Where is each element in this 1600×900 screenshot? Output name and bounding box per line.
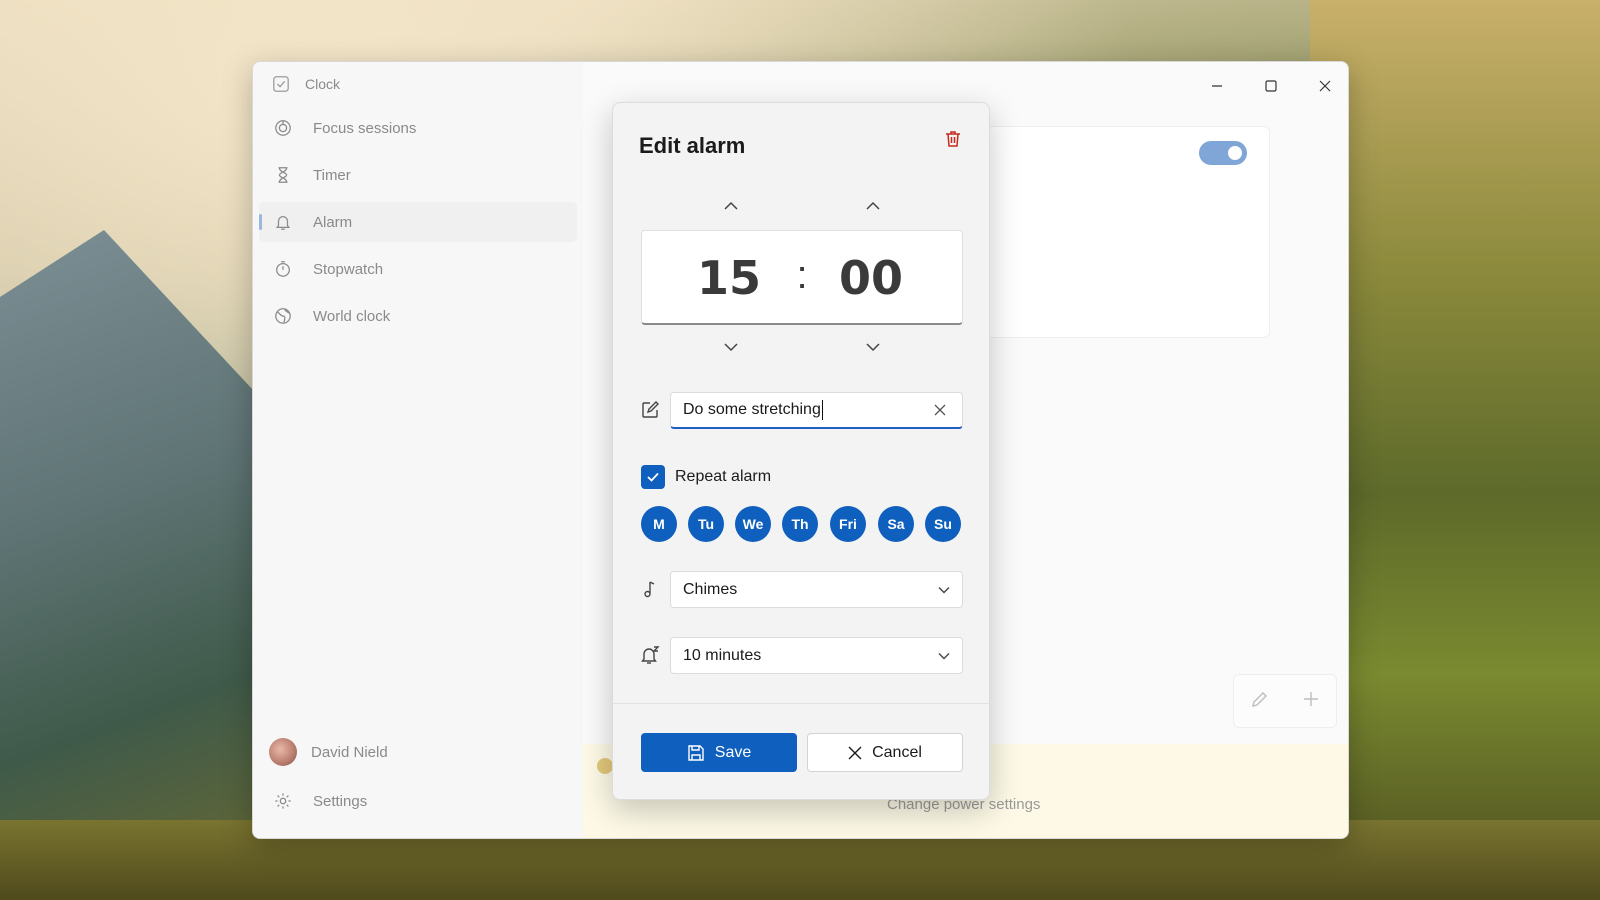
minimize-icon [1212,85,1222,87]
sidebar-item-label: Focus sessions [313,119,417,137]
day-friday[interactable]: Fri [830,506,866,542]
snooze-icon [639,644,661,666]
dialog-footer: Save Cancel [613,703,989,799]
gear-icon [273,791,293,811]
background-forest [1310,0,1600,900]
cancel-label: Cancel [872,743,922,761]
sidebar-user-account[interactable]: David Nield [259,732,577,772]
sidebar-item-alarm[interactable]: Alarm [259,202,577,242]
sidebar-item-label: Alarm [313,213,353,231]
repeat-alarm-checkbox[interactable] [641,465,665,489]
sidebar: Clock Focus sessions Timer Alarm Stopwat… [253,62,583,838]
repeat-alarm-label[interactable]: Repeat alarm [675,468,771,486]
alarm-toggle[interactable] [1199,141,1247,165]
music-note-icon [639,578,661,600]
edit-alarm-dialog: Edit alarm 15 : 00 Do some stretching Re… [612,102,990,800]
alarm-name-value: Do some stretching [683,401,821,418]
repeat-days: M Tu We Th Fri Sa Su [641,506,963,542]
settings-label: Settings [313,792,368,810]
sidebar-item-timer[interactable]: Timer [259,155,577,195]
chevron-down-icon [938,652,950,660]
delete-alarm-button[interactable] [939,125,967,153]
alarm-card[interactable] [978,126,1270,338]
day-wednesday[interactable]: We [735,506,771,542]
sidebar-item-settings[interactable]: Settings [259,781,577,821]
minutes-value[interactable]: 00 [821,251,921,305]
hourglass-icon [273,165,293,185]
minimize-button[interactable] [1194,70,1240,102]
background-mountains [0,230,260,900]
chevron-down-icon [938,586,950,594]
sidebar-item-label: Timer [313,166,351,184]
snooze-time-select[interactable]: 10 minutes [670,637,963,674]
close-icon [934,404,946,416]
sidebar-item-label: Stopwatch [313,260,384,278]
snooze-time-value: 10 minutes [683,646,762,664]
app-title-bar: Clock [271,74,340,94]
sidebar-item-world-clock[interactable]: World clock [259,296,577,336]
save-icon [688,744,704,761]
checkmark-icon [647,472,659,482]
save-button[interactable]: Save [641,733,797,772]
stopwatch-icon [273,259,293,279]
save-label: Save [714,743,752,761]
maximize-button[interactable] [1248,70,1294,102]
avatar [269,738,297,766]
plus-icon [1303,691,1318,706]
focus-icon [273,118,293,138]
user-name: David Nield [311,743,388,761]
day-monday[interactable]: M [641,506,677,542]
close-window-button[interactable] [1302,70,1348,102]
chevron-down-icon [866,343,880,352]
close-icon [1319,80,1331,92]
hours-value[interactable]: 15 [679,251,779,305]
day-saturday[interactable]: Sa [878,506,914,542]
trash-icon [946,131,960,147]
time-picker[interactable]: 15 : 00 [641,230,963,325]
globe-icon [273,306,293,326]
text-caret [821,400,823,420]
hour-increase-button[interactable] [716,196,746,216]
sidebar-item-stopwatch[interactable]: Stopwatch [259,249,577,289]
alarm-toolbar [1233,674,1337,728]
add-alarm-button[interactable] [1301,689,1321,714]
day-tuesday[interactable]: Tu [688,506,724,542]
chevron-up-icon [724,201,738,210]
minute-increase-button[interactable] [858,196,888,216]
alarm-name-input[interactable]: Do some stretching [670,392,963,429]
minute-decrease-button[interactable] [858,337,888,357]
pencil-icon [1251,691,1267,707]
app-title: Clock [305,76,341,92]
alarm-sound-select[interactable]: Chimes [670,571,963,608]
edit-name-icon [639,399,661,421]
clock-app-icon [271,74,291,94]
dialog-title: Edit alarm [639,133,746,158]
hour-decrease-button[interactable] [716,337,746,357]
info-icon [597,758,613,774]
day-sunday[interactable]: Su [925,506,961,542]
edit-alarms-button[interactable] [1250,689,1270,714]
bell-icon [273,212,293,232]
close-icon [848,746,862,759]
clear-text-button[interactable] [930,400,950,420]
maximize-icon [1265,80,1277,92]
cancel-button[interactable]: Cancel [807,733,963,772]
day-thursday[interactable]: Th [782,506,818,542]
chevron-down-icon [724,343,738,352]
time-separator: : [796,253,808,297]
alarm-sound-value: Chimes [683,580,738,598]
sidebar-item-label: World clock [313,307,391,325]
chevron-up-icon [866,201,880,210]
sidebar-item-focus-sessions[interactable]: Focus sessions [259,108,577,148]
